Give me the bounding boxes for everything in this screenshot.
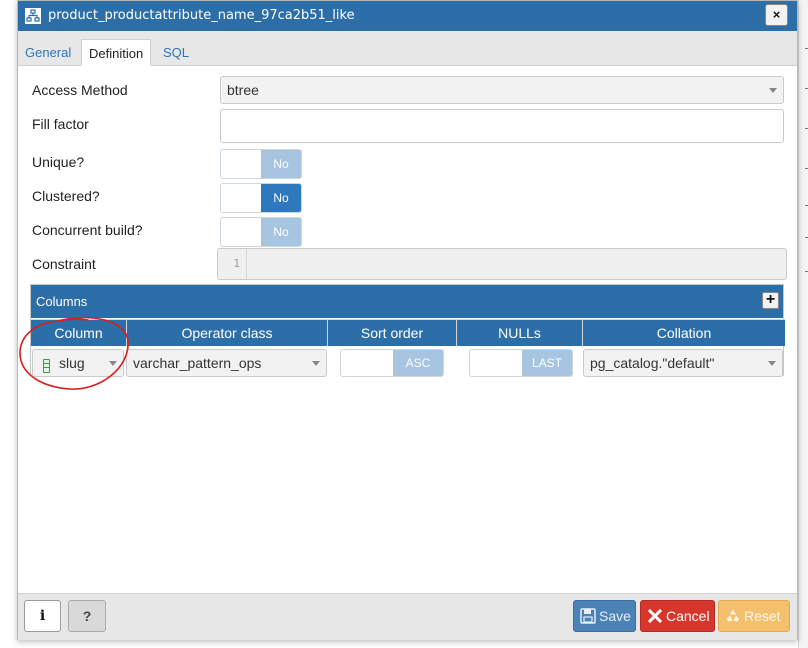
recycle-icon [727,609,739,622]
column-header-nulls[interactable]: NULLs [457,319,583,346]
sort-order-toggle[interactable]: ASC [340,349,444,377]
help-button[interactable]: ? [68,600,106,632]
collation-select[interactable]: pg_catalog."default" [583,349,783,377]
save-icon [580,608,596,624]
chevron-down-icon [768,361,776,366]
constraint-label: Constraint [32,256,96,272]
tab-definition[interactable]: Definition [81,39,152,66]
close-icon [647,608,663,624]
clustered-label: Clustered? [32,188,100,204]
columns-panel: Columns + Column Operator class Sort ord… [30,284,785,377]
column-value: slug [59,355,85,371]
unique-state: No [261,150,301,178]
column-header-operator-class[interactable]: Operator class [127,319,328,346]
columns-panel-header: Columns + [31,285,783,318]
nulls-toggle[interactable]: LAST [469,349,573,377]
fill-factor-input[interactable] [220,109,784,143]
column-header-sort-order[interactable]: Sort order [328,319,457,346]
save-label: Save [599,608,631,624]
concurrent-build-label: Concurrent build? [32,222,143,238]
add-column-button[interactable]: + [762,292,779,309]
unique-label: Unique? [32,154,85,170]
nulls-state: LAST [522,350,572,376]
index-dialog: product_productattribute_name_97ca2b51_l… [17,0,798,640]
index-icon [25,8,41,24]
column-select[interactable]: slug [32,349,124,377]
columns-panel-title: Columns [36,294,88,309]
collation-value: pg_catalog."default" [590,355,715,371]
clustered-toggle[interactable]: No [220,183,302,213]
background-page-edge [798,0,808,648]
access-method-select[interactable]: btree [220,76,784,104]
access-method-label: Access Method [32,82,128,98]
column-icon [43,359,50,373]
tab-general[interactable]: General [18,39,78,66]
chevron-down-icon [312,361,320,366]
info-button[interactable]: i [24,600,61,632]
cancel-button[interactable]: Cancel [640,600,715,632]
concurrent-build-toggle[interactable]: No [220,217,302,247]
clustered-state: No [261,184,301,212]
close-button[interactable]: × [765,4,788,26]
reset-button[interactable]: Reset [718,600,790,632]
column-header-column[interactable]: Column [31,319,127,346]
dialog-footer: i ? Save Cancel Reset [18,593,797,640]
dialog-titlebar: product_productattribute_name_97ca2b51_l… [18,1,797,31]
fill-factor-label: Fill factor [32,116,89,132]
save-button[interactable]: Save [573,600,636,632]
tab-bar: General Definition SQL [18,31,797,66]
concurrent-build-state: No [261,218,301,246]
reset-label: Reset [744,608,781,624]
tab-sql[interactable]: SQL [156,39,196,66]
table-row: slug varchar_pattern_ops ASC LAST pg_cat… [31,346,783,377]
operator-class-select[interactable]: varchar_pattern_ops [126,349,327,377]
operator-class-value: varchar_pattern_ops [133,355,262,371]
line-number: 1 [218,249,247,279]
column-header-collation[interactable]: Collation [583,319,785,346]
constraint-editor[interactable]: 1 [217,248,787,280]
cancel-label: Cancel [666,608,710,624]
dialog-title: product_productattribute_name_97ca2b51_l… [48,8,355,23]
unique-toggle[interactable]: No [220,149,302,179]
sort-order-state: ASC [393,350,443,376]
chevron-down-icon [769,88,777,93]
chevron-down-icon [109,361,117,366]
access-method-value: btree [227,82,259,98]
